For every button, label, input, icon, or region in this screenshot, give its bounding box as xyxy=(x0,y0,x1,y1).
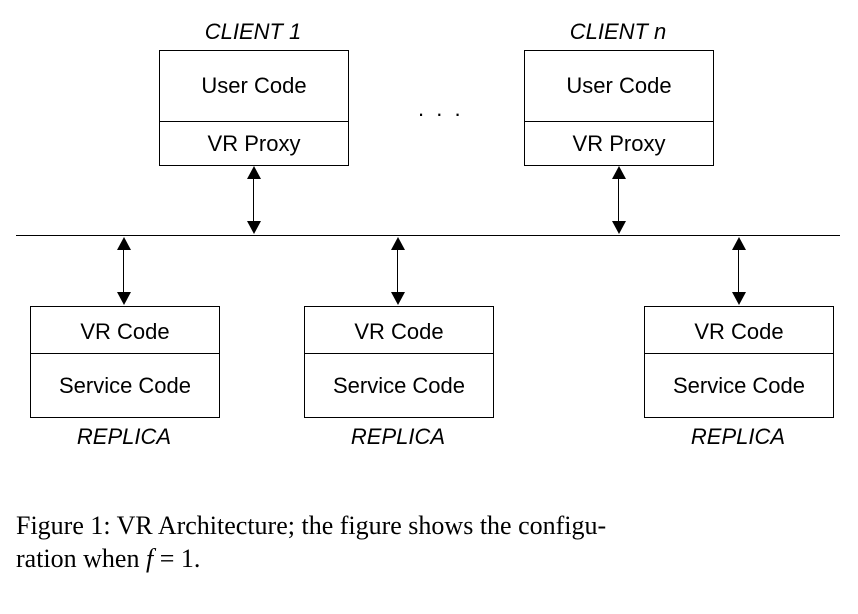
replica3-servicecode: Service Code xyxy=(645,373,833,399)
clients-ellipsis: . . . xyxy=(418,96,464,122)
replica2-box: VR Code Service Code xyxy=(304,306,494,418)
client1-title: CLIENT 1 xyxy=(163,19,343,45)
replica3-vrcode: VR Code xyxy=(645,319,833,345)
figure-caption: Figure 1: VR Architecture; the figure sh… xyxy=(16,510,844,575)
clientn-arrow-down xyxy=(612,221,626,234)
replica1-servicecode: Service Code xyxy=(31,373,219,399)
replica3-box: VR Code Service Code xyxy=(644,306,834,418)
client1-arrow-down xyxy=(247,221,261,234)
replica1-vrcode: VR Code xyxy=(31,319,219,345)
caption-line2a: ration when xyxy=(16,544,146,573)
client1-usercode: User Code xyxy=(160,73,348,99)
replica2-arrow-up xyxy=(391,237,405,250)
client1-vrproxy: VR Proxy xyxy=(160,131,348,157)
client1-bus-link xyxy=(253,179,254,221)
replica2-servicecode: Service Code xyxy=(305,373,493,399)
replica3-bus-link xyxy=(738,250,739,292)
client1-arrow-up xyxy=(247,166,261,179)
caption-line1: Figure 1: VR Architecture; the figure sh… xyxy=(16,511,606,540)
clientn-usercode: User Code xyxy=(525,73,713,99)
clientn-title: CLIENT n xyxy=(528,19,708,45)
bus-line xyxy=(16,235,840,236)
replica3-arrow-up xyxy=(732,237,746,250)
replica3-label: REPLICA xyxy=(644,424,832,450)
diagram-canvas: CLIENT 1 User Code VR Proxy . . . CLIENT… xyxy=(0,0,858,614)
caption-eq: = 1. xyxy=(153,544,200,573)
replica1-label: REPLICA xyxy=(30,424,218,450)
replica2-arrow-down xyxy=(391,292,405,305)
replica2-label: REPLICA xyxy=(304,424,492,450)
replica2-bus-link xyxy=(397,250,398,292)
client1-box: User Code VR Proxy xyxy=(159,50,349,166)
replica3-arrow-down xyxy=(732,292,746,305)
replica2-vrcode: VR Code xyxy=(305,319,493,345)
clientn-arrow-up xyxy=(612,166,626,179)
replica1-arrow-down xyxy=(117,292,131,305)
clientn-bus-link xyxy=(618,179,619,221)
replica1-bus-link xyxy=(123,250,124,292)
clientn-vrproxy: VR Proxy xyxy=(525,131,713,157)
replica1-arrow-up xyxy=(117,237,131,250)
replica1-box: VR Code Service Code xyxy=(30,306,220,418)
clientn-box: User Code VR Proxy xyxy=(524,50,714,166)
